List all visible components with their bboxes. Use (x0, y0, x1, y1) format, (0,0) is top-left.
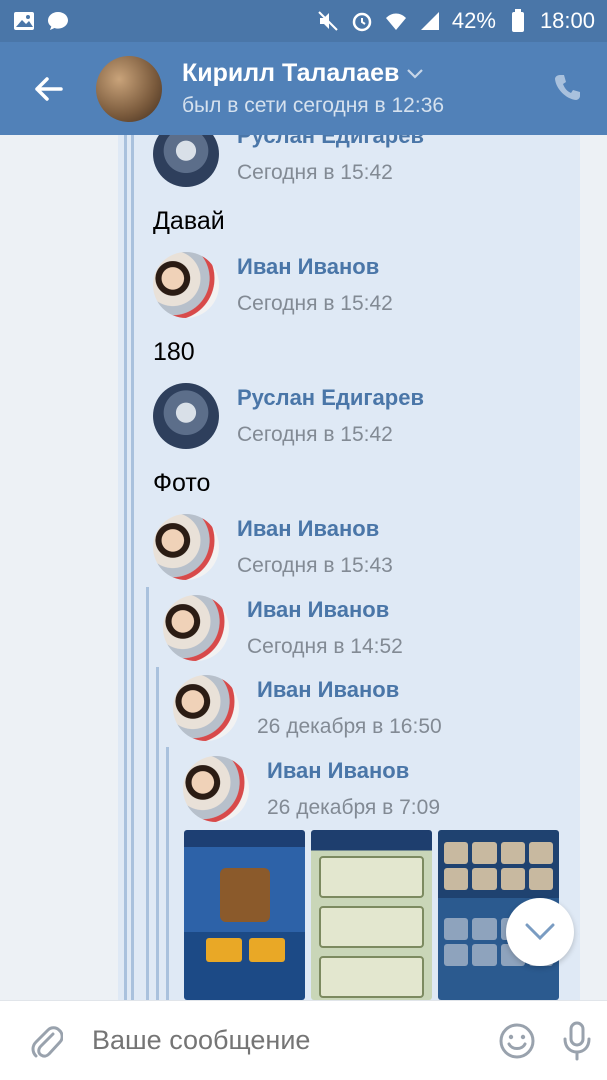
forward-line (124, 135, 127, 1000)
wifi-icon (384, 9, 408, 33)
alarm-icon (350, 9, 374, 33)
emoji-icon (499, 1023, 535, 1058)
chat-title-block[interactable]: Кирилл Талалаев был в сети сегодня в 12:… (182, 59, 444, 118)
message-composer (0, 1000, 607, 1080)
author-name[interactable]: Руслан Едигарев (237, 385, 424, 411)
contact-name: Кирилл Талалаев (182, 59, 400, 87)
avatar[interactable] (153, 135, 219, 187)
message-time: Сегодня в 15:42 (237, 161, 393, 184)
author-name[interactable]: Иван Иванов (257, 677, 442, 703)
attach-icon (31, 1025, 63, 1058)
message-text: Давай (153, 207, 225, 235)
message-header[interactable]: Руслан Едигарев Сегодня в 15:42 (153, 383, 424, 449)
voice-button[interactable] (547, 1021, 607, 1061)
chevron-down-icon (407, 68, 424, 79)
page-title: Кирилл Талалаев (182, 59, 444, 88)
author-name[interactable]: Руслан Едигарев (237, 135, 424, 149)
back-button[interactable] (0, 42, 96, 135)
mic-icon (563, 1021, 591, 1060)
message-header[interactable]: Иван Иванов 26 декабря в 7:09 (183, 756, 440, 822)
signal-icon (418, 9, 442, 33)
avatar[interactable] (183, 756, 249, 822)
status-bar: 42% 18:00 (0, 0, 607, 42)
avatar[interactable] (163, 595, 229, 661)
mute-icon (316, 9, 340, 33)
message-time: Сегодня в 14:52 (247, 635, 403, 658)
author-name[interactable]: Иван Иванов (237, 516, 393, 542)
message-time: Сегодня в 15:43 (237, 554, 393, 577)
avatar[interactable] (153, 514, 219, 580)
back-arrow-icon (35, 76, 63, 101)
battery-percent: 42% (451, 8, 496, 33)
attach-button[interactable] (0, 1022, 92, 1060)
clock: 18:00 (539, 8, 595, 33)
forward-line (146, 587, 149, 1000)
phone-icon (555, 75, 580, 100)
image-icon (12, 9, 36, 33)
avatar[interactable] (173, 675, 239, 741)
last-seen-status: был в сети сегодня в 12:36 (182, 94, 445, 117)
forward-line (156, 667, 159, 1000)
chat-header: Кирилл Талалаев был в сети сегодня в 12:… (0, 42, 607, 135)
message-text: Фото (153, 469, 211, 497)
avatar[interactable] (153, 383, 219, 449)
message-text: 180 (153, 338, 195, 366)
photo-attachments (184, 830, 559, 1000)
chevron-down-icon (525, 923, 555, 941)
message-header[interactable]: Иван Иванов 26 декабря в 16:50 (173, 675, 442, 741)
avatar[interactable] (96, 55, 162, 122)
photo-attachment[interactable] (184, 830, 305, 1000)
photo-attachment[interactable] (311, 830, 432, 1000)
message-time: Сегодня в 15:42 (237, 423, 393, 446)
message-header[interactable]: Иван Иванов Сегодня в 15:42 (153, 252, 393, 318)
message-header[interactable]: Руслан Едигарев Сегодня в 15:42 (153, 135, 424, 187)
scroll-down-button[interactable] (506, 898, 574, 966)
message-time: Сегодня в 15:42 (237, 292, 393, 315)
author-name[interactable]: Иван Иванов (237, 254, 393, 280)
message-input[interactable] (92, 1025, 487, 1056)
battery-icon (506, 9, 530, 33)
author-name[interactable]: Иван Иванов (247, 597, 403, 623)
forward-line (131, 135, 134, 1000)
emoji-button[interactable] (487, 1023, 547, 1059)
message-time: 26 декабря в 16:50 (257, 715, 442, 738)
message-header[interactable]: Иван Иванов Сегодня в 14:52 (163, 595, 403, 661)
call-button[interactable] (553, 72, 583, 107)
author-name[interactable]: Иван Иванов (267, 758, 440, 784)
chat-icon (46, 9, 70, 33)
message-time: 26 декабря в 7:09 (267, 796, 440, 819)
forward-line (166, 747, 169, 1000)
message-header[interactable]: Иван Иванов Сегодня в 15:43 (153, 514, 393, 580)
avatar[interactable] (153, 252, 219, 318)
